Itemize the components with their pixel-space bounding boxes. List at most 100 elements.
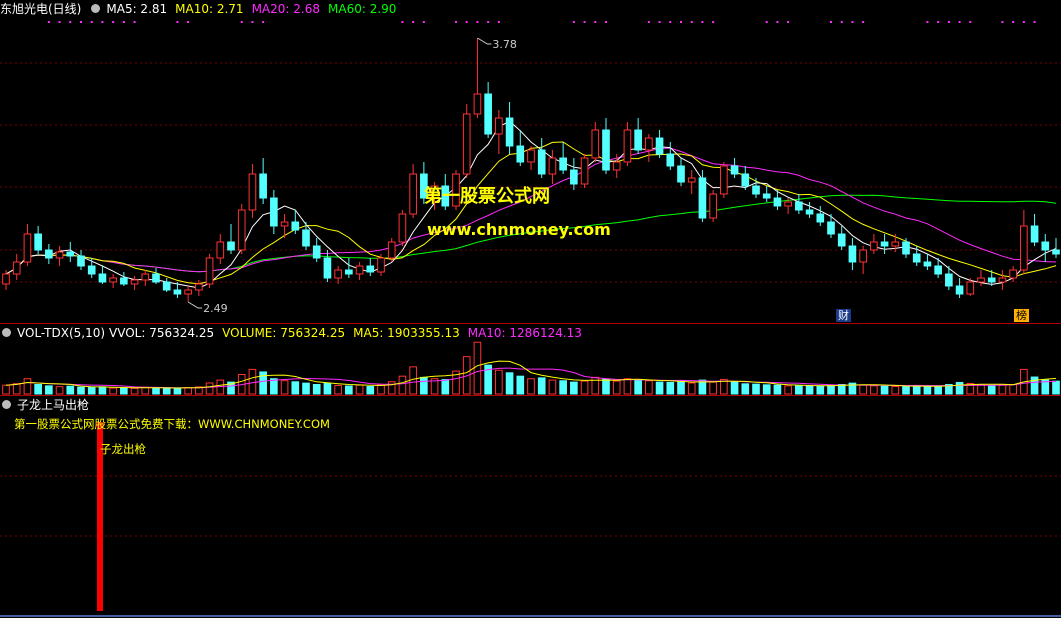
signal-dot bbox=[830, 21, 832, 23]
signal-dot bbox=[1022, 21, 1025, 23]
signal-dot bbox=[476, 21, 479, 23]
signal-dot bbox=[765, 21, 768, 23]
candle-body bbox=[366, 265, 375, 273]
candle bbox=[720, 162, 728, 198]
candle-body bbox=[173, 289, 182, 295]
volume-panel: VOL-TDX(5,10) VVOL: 756324.25 VOLUME: 7563… bbox=[0, 324, 1061, 395]
candle-body bbox=[762, 193, 771, 199]
signal-dot bbox=[862, 21, 865, 23]
candle bbox=[387, 238, 396, 262]
settings-circle-icon[interactable] bbox=[91, 4, 101, 13]
volume-bar bbox=[773, 384, 782, 395]
candle bbox=[312, 238, 321, 262]
candle-body bbox=[655, 137, 664, 155]
legend-label: MA10: 1286124.13 bbox=[467, 326, 582, 340]
price-panel: 3.78 2.49 东旭光电(日线) MA5: 2.81 MA10: 2.71 MA20… bbox=[0, 0, 1061, 323]
candle-body bbox=[1020, 225, 1028, 271]
candle bbox=[677, 158, 685, 186]
signal-dot bbox=[1001, 21, 1004, 23]
volume-bar bbox=[1009, 383, 1017, 395]
candle-body bbox=[227, 241, 235, 251]
candle-body bbox=[709, 193, 717, 219]
candle-body bbox=[98, 273, 107, 283]
indicator-header: 子龙上马出枪 bbox=[0, 396, 95, 414]
candle-body bbox=[398, 213, 407, 243]
candle bbox=[87, 258, 96, 278]
candle bbox=[98, 266, 107, 284]
indicator-panel: 子龙上马出枪 第一股票公式网股票公式免费下载：WWW.CHNMONEY.COM … bbox=[0, 396, 1061, 618]
tag-bang[interactable]: 榜 bbox=[1014, 309, 1029, 322]
candle-body bbox=[548, 157, 557, 175]
volume-title: VOL-TDX(5,10) bbox=[17, 326, 106, 340]
ma-legend: MA5: 2.81 MA10: 2.71 MA20: 2.68 MA60: 2.90 bbox=[106, 2, 404, 16]
volume-bar bbox=[130, 387, 139, 395]
signal-dot bbox=[605, 21, 607, 23]
volume-bar bbox=[580, 380, 589, 395]
candle-body bbox=[998, 277, 1007, 283]
signal-dot bbox=[776, 21, 779, 23]
volume-bar bbox=[559, 380, 567, 395]
volume-bar bbox=[323, 382, 332, 395]
low-marker bbox=[187, 301, 203, 309]
candle-body bbox=[570, 169, 578, 185]
signal-dot bbox=[487, 21, 490, 23]
volume-bar bbox=[645, 380, 653, 395]
candle-body bbox=[205, 257, 214, 285]
volume-bar bbox=[752, 383, 760, 395]
candle-body bbox=[741, 173, 750, 187]
download-text: 第一股票公式网股票公式免费下载：WWW.CHNMONEY.COM bbox=[14, 417, 330, 431]
signal-dot bbox=[122, 21, 125, 23]
signal-dot bbox=[1012, 21, 1015, 23]
candle-body bbox=[612, 161, 621, 171]
candle-body bbox=[237, 209, 246, 251]
candle bbox=[955, 278, 964, 298]
signal-dot bbox=[969, 21, 972, 23]
candle-body bbox=[12, 261, 21, 275]
volume-bar bbox=[859, 384, 867, 395]
candle-body bbox=[720, 165, 728, 195]
candle bbox=[848, 238, 857, 270]
candle bbox=[902, 238, 910, 258]
signal-dot bbox=[647, 21, 650, 23]
low-label: 2.49 bbox=[203, 302, 228, 315]
signal-dot bbox=[412, 21, 415, 23]
candle bbox=[859, 246, 867, 274]
signal-dot bbox=[926, 21, 929, 23]
volume-bar bbox=[634, 379, 642, 395]
candle-body bbox=[516, 145, 525, 163]
signal-dot bbox=[187, 21, 190, 23]
settings-circle-icon[interactable] bbox=[2, 400, 11, 409]
signal-dot bbox=[47, 21, 50, 23]
candle bbox=[837, 226, 846, 250]
volume-bar bbox=[205, 382, 214, 395]
candle-body bbox=[902, 241, 910, 255]
candle bbox=[805, 202, 814, 218]
volume-bar bbox=[827, 384, 835, 395]
candle bbox=[1041, 234, 1050, 262]
candle bbox=[23, 224, 32, 266]
candle bbox=[366, 258, 375, 276]
candle bbox=[227, 224, 235, 254]
candle bbox=[109, 274, 117, 288]
candle bbox=[270, 190, 278, 234]
candle bbox=[184, 286, 192, 302]
candle-body bbox=[334, 269, 342, 279]
settings-circle-icon[interactable] bbox=[2, 328, 11, 337]
candle bbox=[345, 258, 353, 278]
volume-bar bbox=[291, 381, 300, 395]
candle bbox=[591, 122, 600, 162]
candle-body bbox=[312, 245, 321, 259]
candle-body bbox=[2, 273, 10, 285]
candle bbox=[762, 186, 771, 202]
tag-cai[interactable]: 财 bbox=[836, 309, 851, 322]
candle-body bbox=[216, 241, 225, 259]
candle-body bbox=[248, 173, 257, 211]
volume-bar bbox=[55, 386, 64, 395]
legend-label: MA60: 2.90 bbox=[328, 2, 397, 16]
candle bbox=[473, 38, 482, 118]
candle bbox=[1020, 210, 1028, 274]
volume-bar bbox=[923, 386, 932, 395]
signal-dot bbox=[669, 21, 672, 23]
candle-body bbox=[45, 249, 53, 259]
volume-bar bbox=[34, 383, 42, 395]
